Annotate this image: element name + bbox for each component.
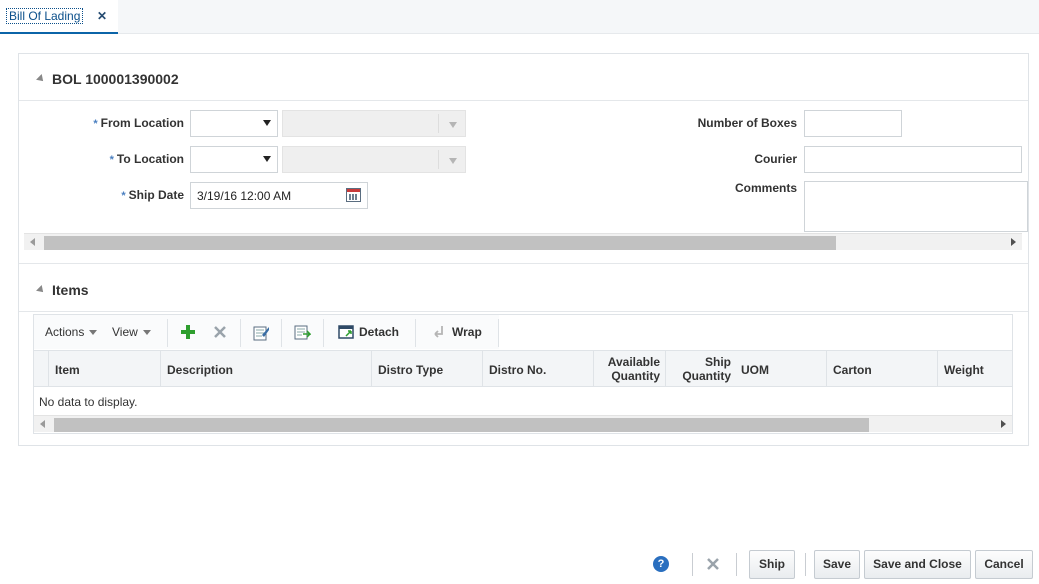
column-header-weight[interactable]: Weight	[937, 351, 1012, 387]
from-location-label: * From Location	[60, 116, 184, 130]
column-header-uom[interactable]: UOM	[736, 351, 826, 387]
number-of-boxes-input[interactable]	[804, 110, 902, 137]
close-icon[interactable]: ✕	[97, 9, 107, 23]
to-location-type-select[interactable]	[190, 146, 278, 173]
to-location-select[interactable]	[282, 146, 466, 173]
divider	[19, 263, 1028, 264]
number-of-boxes-label: Number of Boxes	[697, 116, 797, 130]
ship-date-value: 3/19/16 12:00 AM	[197, 189, 292, 203]
tab-title[interactable]: Bill Of Lading	[6, 8, 84, 24]
tab-bill-of-lading[interactable]: Bill Of Lading ✕	[0, 0, 118, 34]
close-icon[interactable]	[706, 557, 720, 571]
from-location-select[interactable]	[282, 110, 466, 137]
calendar-icon[interactable]	[346, 188, 361, 202]
comments-label: Comments	[734, 181, 797, 195]
dropdown-arrow-icon	[449, 158, 457, 164]
detach-button[interactable]: Detach	[359, 325, 399, 339]
bol-horizontal-scrollbar[interactable]	[24, 233, 1022, 250]
tab-strip: Bill Of Lading ✕	[0, 0, 1039, 34]
empty-message: No data to display.	[39, 395, 138, 409]
items-toolbar: Actions View Detach Wrap	[33, 314, 1013, 350]
courier-label: Courier	[754, 152, 797, 166]
view-menu[interactable]: View	[112, 325, 151, 339]
delete-icon[interactable]	[213, 325, 227, 339]
scroll-left-icon[interactable]	[40, 420, 45, 428]
to-location-label: * To Location	[60, 152, 184, 166]
wrap-button[interactable]: Wrap	[452, 325, 482, 339]
save-button[interactable]: Save	[814, 550, 860, 579]
items-header: Items	[52, 282, 89, 298]
table-header: Item Description Distro Type Distro No. …	[34, 351, 1012, 387]
column-header-ship-quantity[interactable]: Ship Quantity	[665, 351, 736, 387]
save-and-close-button[interactable]: Save and Close	[864, 550, 971, 579]
cancel-button[interactable]: Cancel	[975, 550, 1033, 579]
wrap-icon[interactable]	[432, 325, 446, 339]
divider	[19, 100, 1028, 101]
actions-menu[interactable]: Actions	[45, 325, 98, 339]
scroll-right-icon[interactable]	[1001, 420, 1006, 428]
ship-date-input[interactable]: 3/19/16 12:00 AM	[190, 182, 368, 209]
scroll-thumb[interactable]	[54, 418, 869, 432]
column-header-available-quantity[interactable]: Available Quantity	[593, 351, 665, 387]
scroll-left-icon[interactable]	[30, 238, 35, 246]
items-table: Item Description Distro Type Distro No. …	[33, 350, 1013, 434]
edit-icon[interactable]	[253, 324, 270, 341]
add-icon[interactable]	[180, 324, 196, 340]
chevron-down-icon	[89, 330, 98, 336]
items-horizontal-scrollbar[interactable]	[34, 415, 1012, 432]
dropdown-arrow-icon	[263, 156, 271, 162]
dropdown-arrow-icon	[449, 122, 457, 128]
ship-date-text: Ship Date	[128, 188, 184, 202]
required-mark: *	[121, 190, 126, 202]
ship-button[interactable]: Ship	[749, 550, 795, 579]
comments-textarea[interactable]	[804, 181, 1028, 232]
column-header-carton[interactable]: Carton	[826, 351, 937, 387]
courier-input[interactable]	[804, 146, 1022, 173]
dropdown-arrow-icon	[263, 120, 271, 126]
to-location-text: To Location	[116, 152, 184, 166]
chevron-down-icon	[142, 330, 151, 336]
scroll-thumb[interactable]	[44, 236, 836, 250]
from-location-text: From Location	[100, 116, 184, 130]
column-header-description[interactable]: Description	[160, 351, 371, 387]
required-mark: *	[109, 154, 114, 166]
ship-date-label: * Ship Date	[60, 188, 184, 202]
from-location-type-select[interactable]	[190, 110, 278, 137]
scroll-right-icon[interactable]	[1011, 238, 1016, 246]
column-header-distro-no[interactable]: Distro No.	[482, 351, 593, 387]
column-header-item[interactable]: Item	[48, 351, 160, 387]
export-icon[interactable]	[294, 324, 311, 341]
column-header-distro-type[interactable]: Distro Type	[371, 351, 482, 387]
bol-header: BOL 100001390002	[52, 71, 179, 87]
detach-icon[interactable]	[338, 324, 354, 340]
required-mark: *	[93, 118, 98, 130]
help-icon[interactable]: ?	[653, 556, 669, 572]
divider	[19, 311, 1028, 312]
